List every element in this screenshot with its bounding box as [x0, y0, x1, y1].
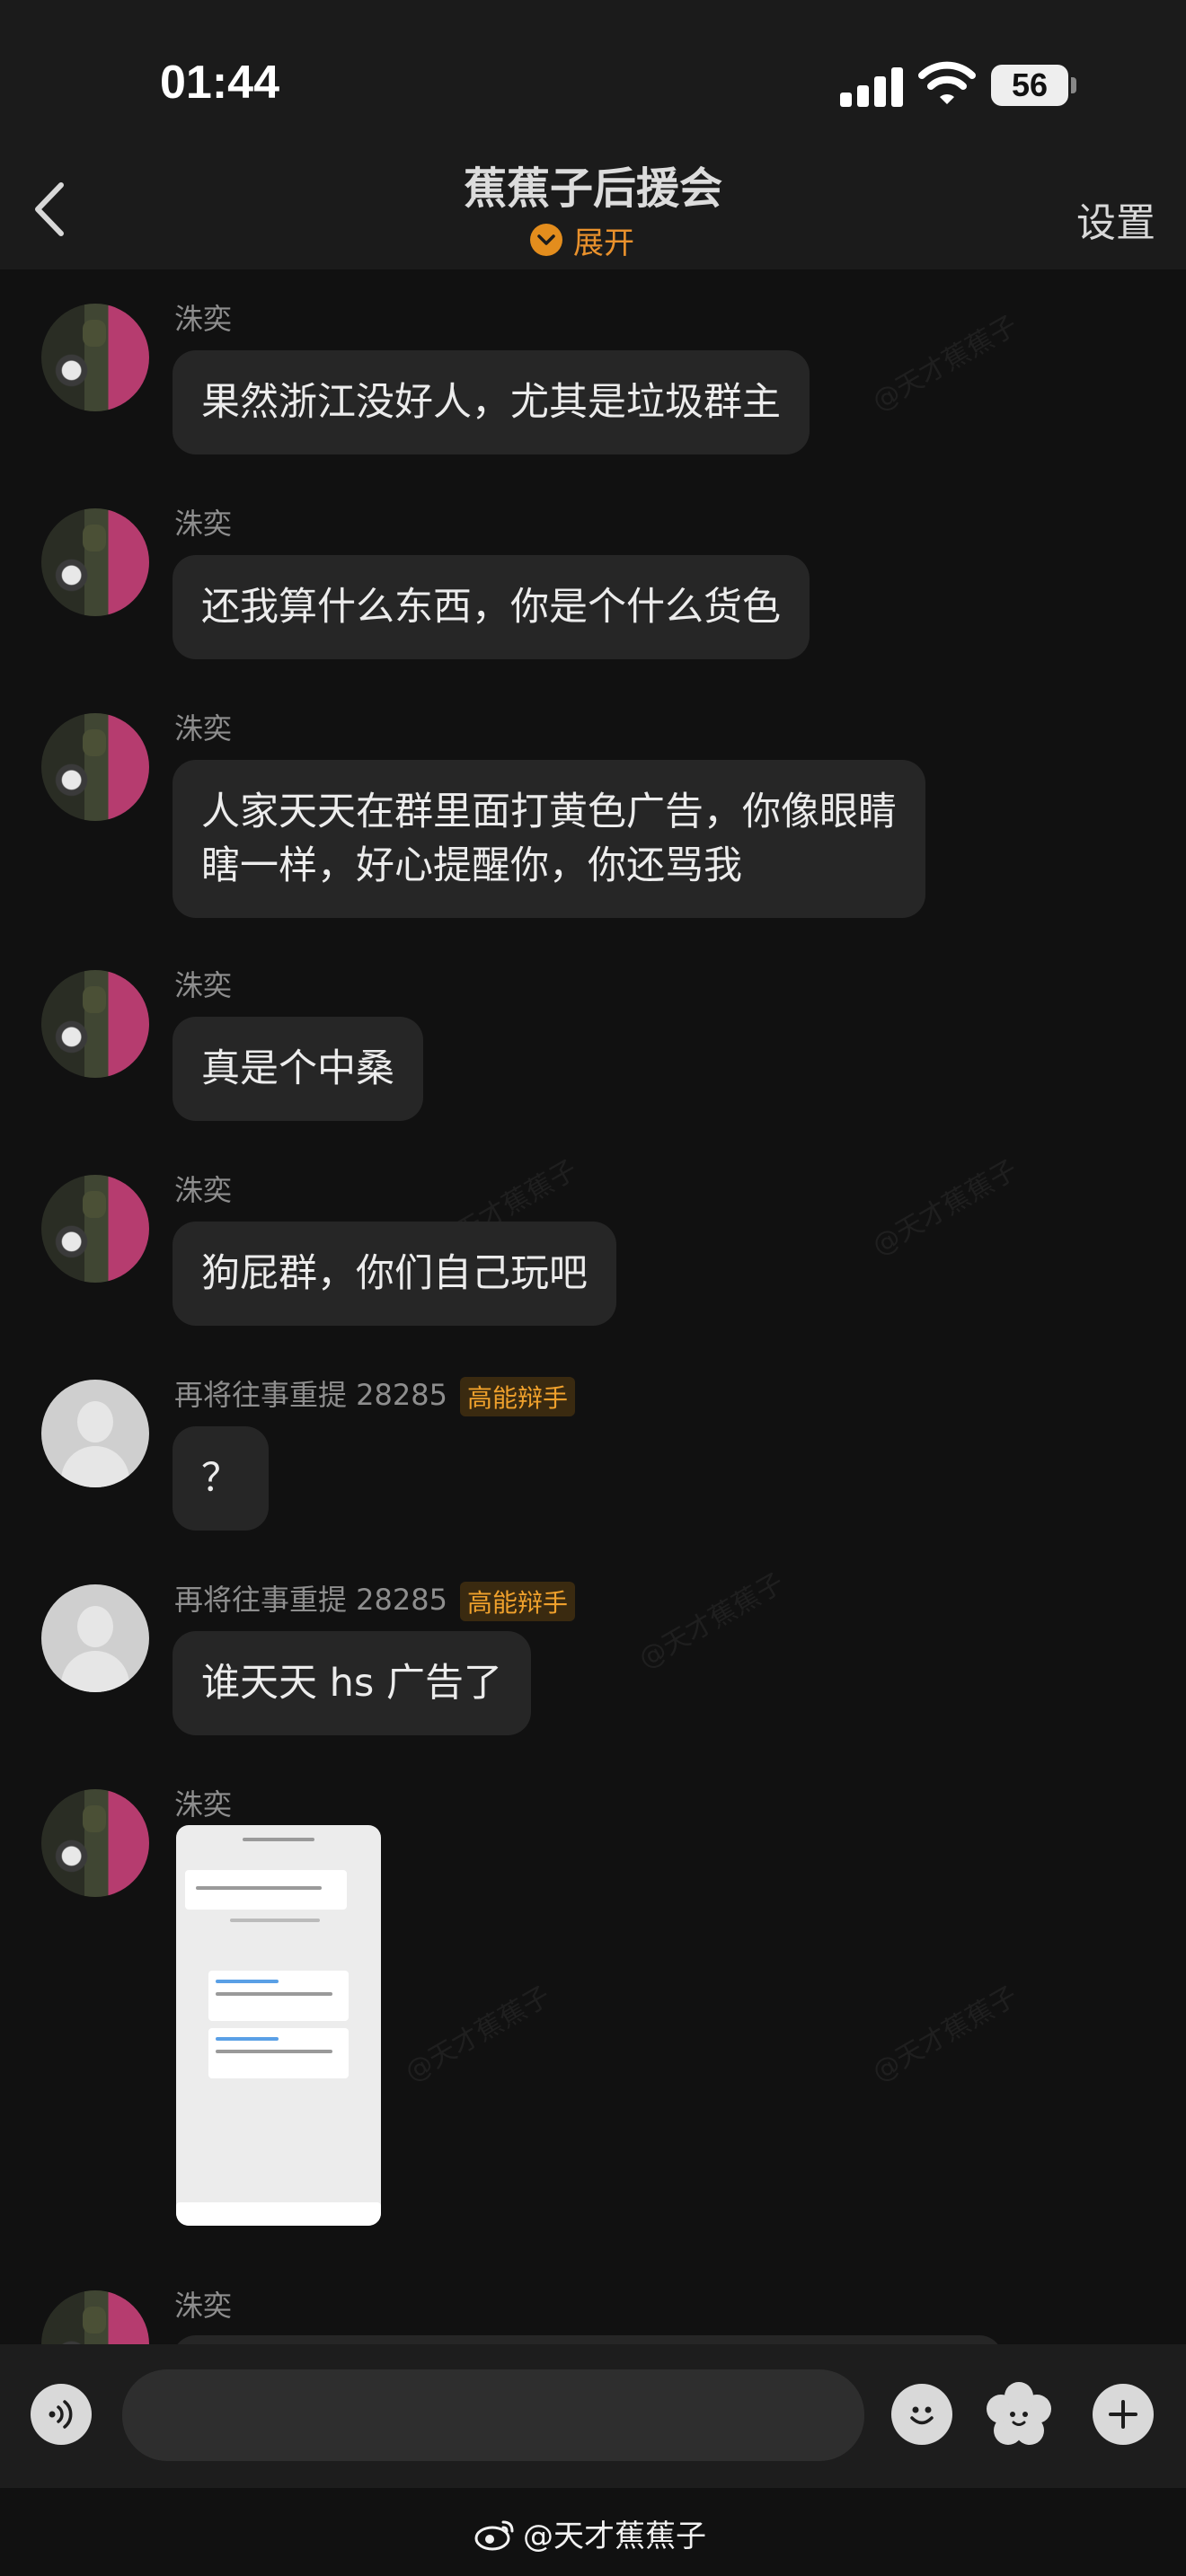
- message-bubble[interactable]: 果然浙江没好人，尤其是垃圾群主: [173, 350, 810, 454]
- expand-button[interactable]: 展开: [530, 220, 634, 261]
- avatar[interactable]: [41, 1789, 149, 1897]
- cellular-signal-icon: [840, 66, 903, 107]
- message-bubble[interactable]: 狗屁群，你们自己玩吧: [173, 1222, 616, 1326]
- sender-name: 洙奕: [174, 2289, 233, 2323]
- message-bubble[interactable]: 真是个中桑: [173, 1017, 423, 1121]
- input-bar: [0, 2344, 1186, 2488]
- sender-name: 洙奕: [174, 711, 233, 745]
- settings-button[interactable]: 设置: [1076, 190, 1155, 248]
- avatar[interactable]: [41, 508, 149, 616]
- weibo-logo-icon: [474, 2520, 514, 2550]
- weibo-watermark: @天才蕉蕉子: [474, 2511, 706, 2555]
- expand-label: 展开: [573, 225, 634, 261]
- avatar[interactable]: [41, 1584, 149, 1692]
- sticker-button[interactable]: [985, 2380, 1053, 2448]
- image-message[interactable]: [176, 1825, 381, 2226]
- flower-sticker-icon: [987, 2382, 1051, 2445]
- sender-name: 洙奕: [174, 968, 233, 1002]
- message-bubble[interactable]: [173, 2335, 1003, 2344]
- background-watermark: @天才蕉蕉子: [867, 1153, 1023, 1263]
- avatar[interactable]: [41, 970, 149, 1078]
- plus-icon: [1109, 2400, 1137, 2429]
- message-list[interactable]: @天才蕉蕉子 @天才蕉蕉子 @天才蕉蕉子 @天才蕉蕉子 @天才蕉蕉子 @天才蕉蕉…: [0, 269, 1186, 2344]
- avatar[interactable]: [41, 2290, 149, 2344]
- status-bar: 01:44 56: [0, 0, 1186, 153]
- chat-title[interactable]: 蕉蕉子后援会: [0, 153, 1186, 216]
- background-watermark: @天才蕉蕉子: [633, 1566, 790, 1676]
- message-bubble[interactable]: 还我算什么东西，你是个什么货色: [173, 555, 810, 659]
- avatar[interactable]: [41, 304, 149, 411]
- more-button[interactable]: [1093, 2384, 1154, 2445]
- message-bubble[interactable]: 人家天天在群里面打黄色广告，你像眼睛 瞎一样，好心提醒你，你还骂我: [173, 760, 925, 918]
- title-badge: 高能辩手: [459, 1377, 575, 1416]
- background-watermark: @天才蕉蕉子: [400, 1980, 556, 2089]
- smiley-icon: [910, 2406, 934, 2425]
- emoji-button[interactable]: [891, 2384, 952, 2445]
- voice-input-button[interactable]: [31, 2384, 92, 2445]
- sender-name: 再将往事重提 28285 高能辩手: [174, 1372, 575, 1416]
- message-line: 人家天天在群里面打黄色广告，你像眼睛: [201, 790, 897, 834]
- background-watermark: @天才蕉蕉子: [867, 1980, 1023, 2089]
- avatar[interactable]: [41, 1175, 149, 1283]
- message-bubble[interactable]: 谁天天 hs 广告了: [173, 1631, 531, 1735]
- status-time: 01:44: [160, 57, 279, 109]
- title-badge: 高能辩手: [459, 1582, 575, 1621]
- sender-name: 洙奕: [174, 1787, 233, 1822]
- nav-bar: 蕉蕉子后援会 展开 设置: [0, 153, 1186, 269]
- sender-name-text: 再将往事重提 28285: [174, 1378, 447, 1412]
- sender-name: 洙奕: [174, 302, 233, 336]
- battery-tip: [1071, 77, 1076, 93]
- voice-icon: [49, 2400, 73, 2429]
- sender-name: 洙奕: [174, 1173, 233, 1207]
- battery-icon: 56: [991, 65, 1068, 106]
- avatar[interactable]: [41, 713, 149, 821]
- sender-name-text: 再将往事重提 28285: [174, 1583, 447, 1617]
- avatar[interactable]: [41, 1380, 149, 1487]
- chevron-down-icon: [530, 224, 562, 256]
- sender-name: 再将往事重提 28285 高能辩手: [174, 1577, 575, 1621]
- message-line: 瞎一样，好心提醒你，你还骂我: [201, 843, 742, 888]
- message-bubble[interactable]: ？: [173, 1426, 269, 1531]
- background-watermark: @天才蕉蕉子: [867, 309, 1023, 419]
- wifi-icon: [918, 61, 976, 104]
- sender-name: 洙奕: [174, 507, 233, 541]
- watermark-text: @天才蕉蕉子: [523, 2519, 706, 2554]
- footer: @天才蕉蕉子: [0, 2488, 1186, 2576]
- message-input[interactable]: [122, 2369, 864, 2461]
